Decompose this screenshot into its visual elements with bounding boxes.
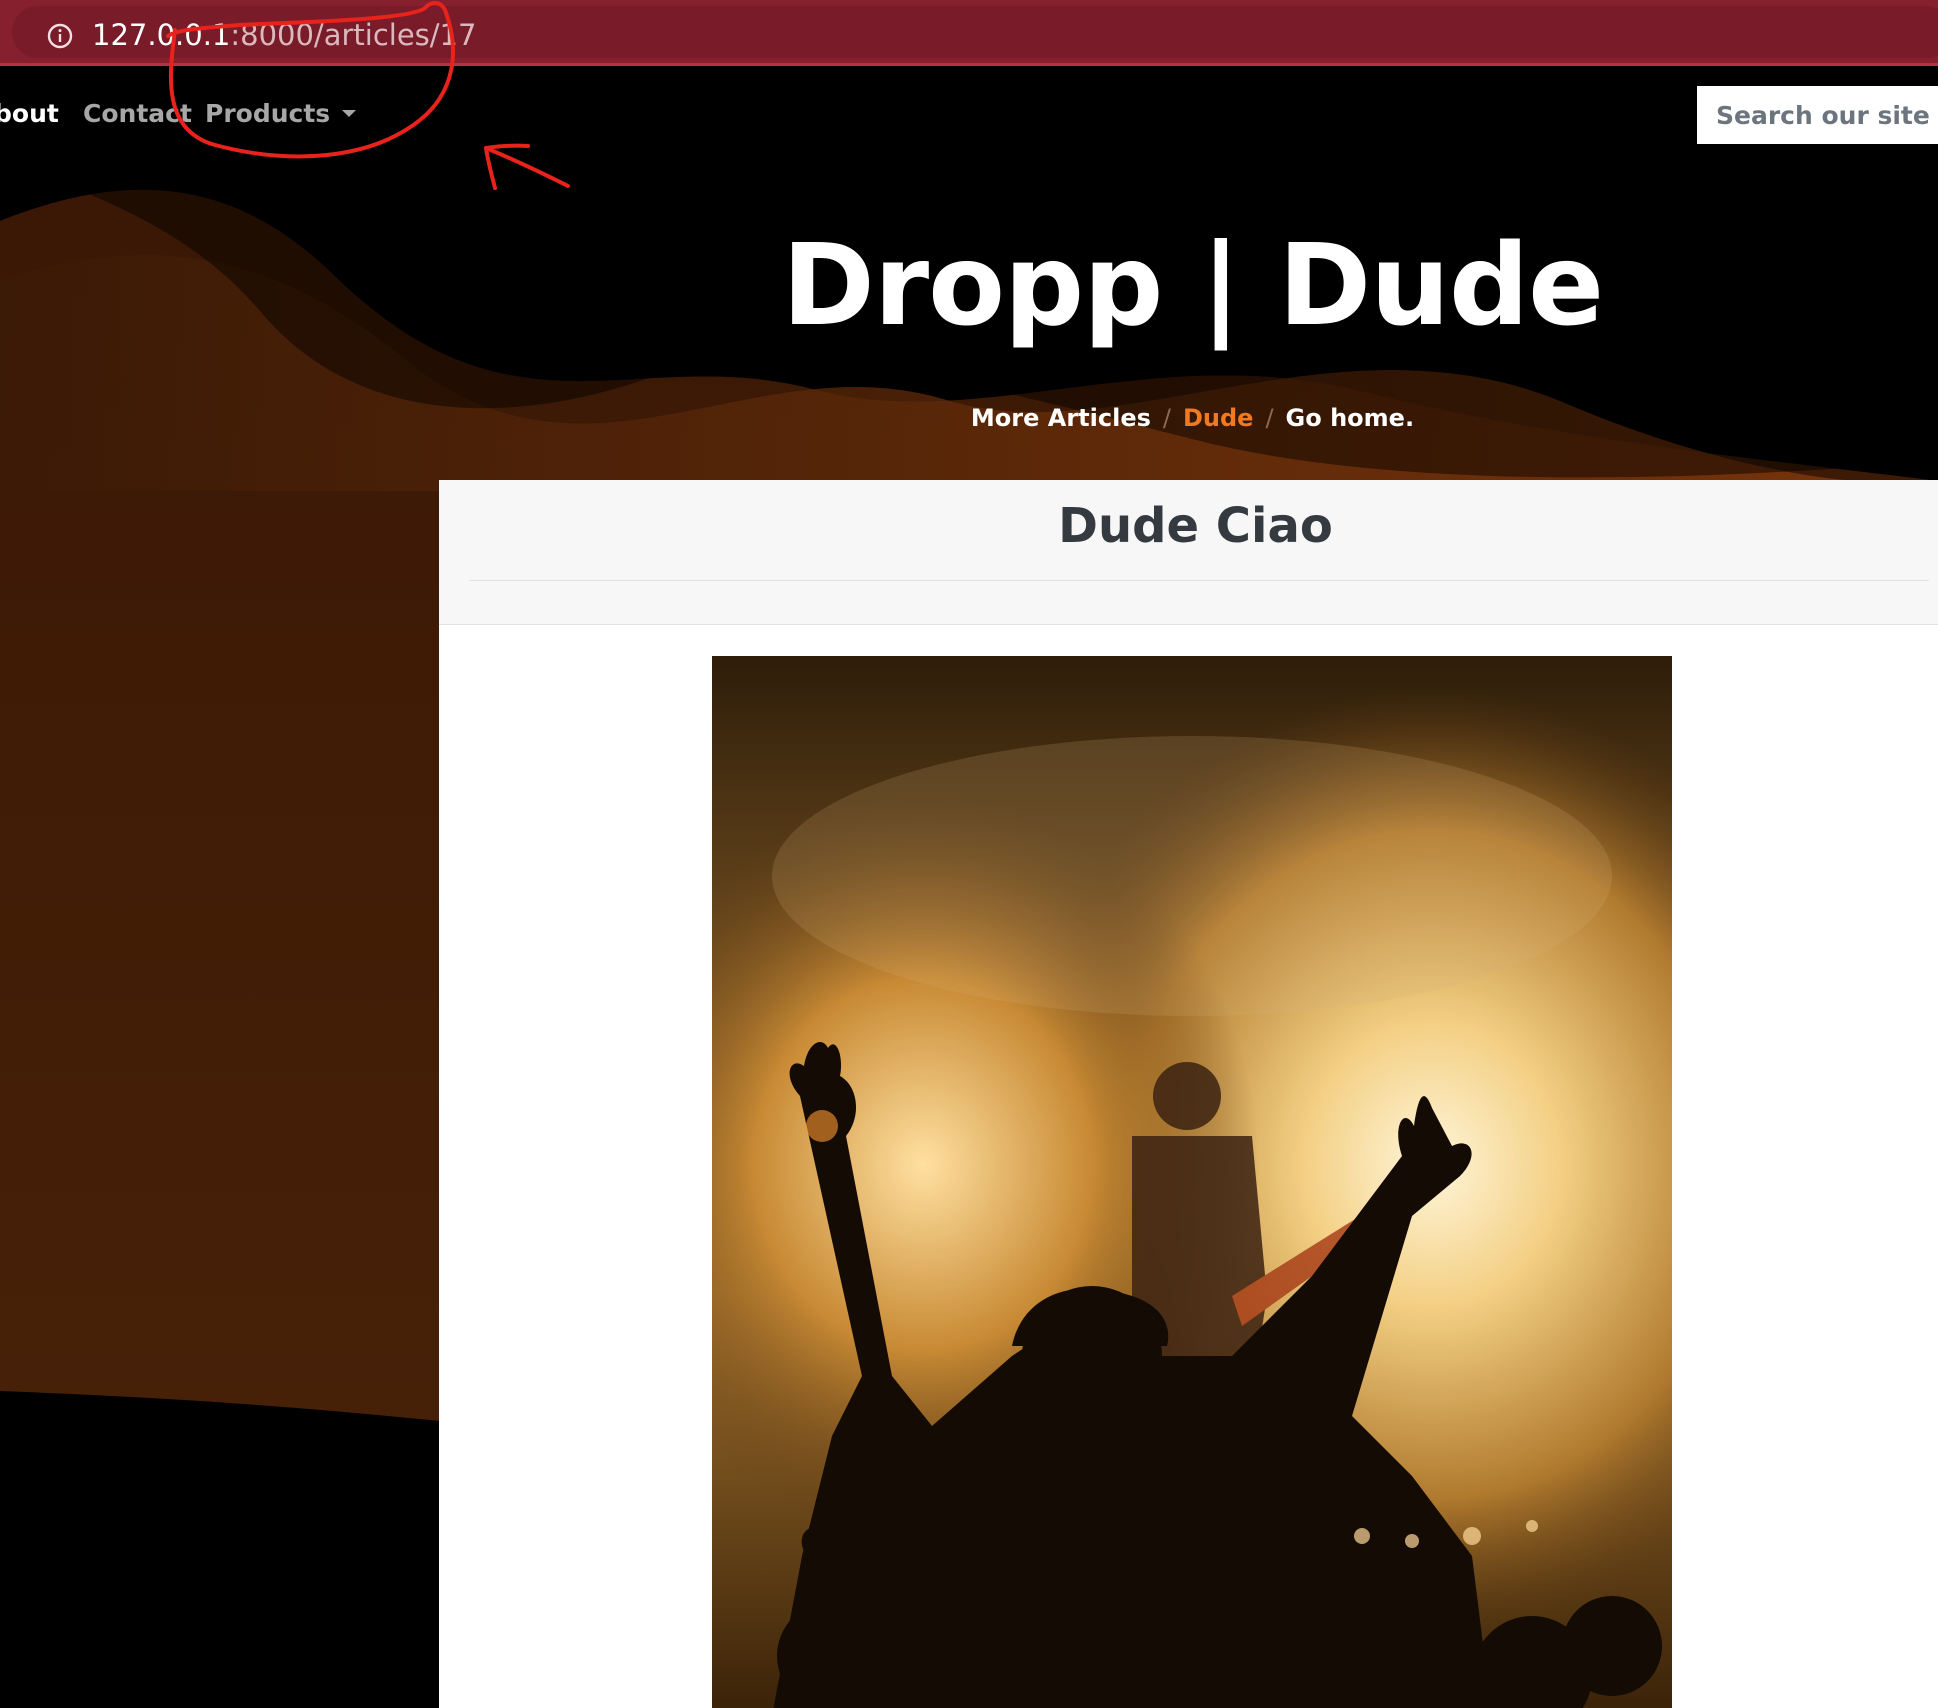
- browser-toolbar: 127.0.0.1:8000/articles/17: [0, 0, 1938, 66]
- breadcrumb-home[interactable]: Go home.: [1286, 404, 1415, 432]
- breadcrumb-current: Dude: [1182, 404, 1254, 432]
- nav-products-dropdown[interactable]: Products: [205, 99, 357, 128]
- breadcrumb: More Articles / Dude / Go home.: [440, 404, 1938, 432]
- breadcrumb-separator: /: [1265, 404, 1274, 432]
- url-path: :8000/articles/17: [230, 18, 477, 52]
- article-title: Dude Ciao: [1058, 498, 1333, 554]
- nav-about[interactable]: bout: [0, 99, 59, 128]
- address-bar[interactable]: 127.0.0.1:8000/articles/17: [12, 6, 1938, 58]
- search-input[interactable]: [1697, 86, 1938, 144]
- nav-products-label: Products: [205, 99, 331, 128]
- url-host: 127.0.0.1: [92, 18, 231, 52]
- breadcrumb-separator: /: [1162, 404, 1171, 432]
- url-text[interactable]: 127.0.0.1:8000/articles/17: [92, 18, 476, 52]
- nav-contact[interactable]: Contact: [83, 99, 192, 128]
- breadcrumb-more-articles[interactable]: More Articles: [971, 404, 1151, 432]
- info-icon[interactable]: [46, 22, 74, 50]
- site-navbar: bout Contact Products: [0, 69, 1938, 161]
- article-card-header: Dude Ciao: [439, 480, 1938, 625]
- article-card: Dude Ciao: [439, 480, 1938, 1708]
- header-divider: [469, 580, 1929, 581]
- concert-photo: [712, 656, 1672, 1708]
- caret-down-icon: [342, 110, 357, 117]
- page-title: Dropp | Dude: [781, 221, 1604, 351]
